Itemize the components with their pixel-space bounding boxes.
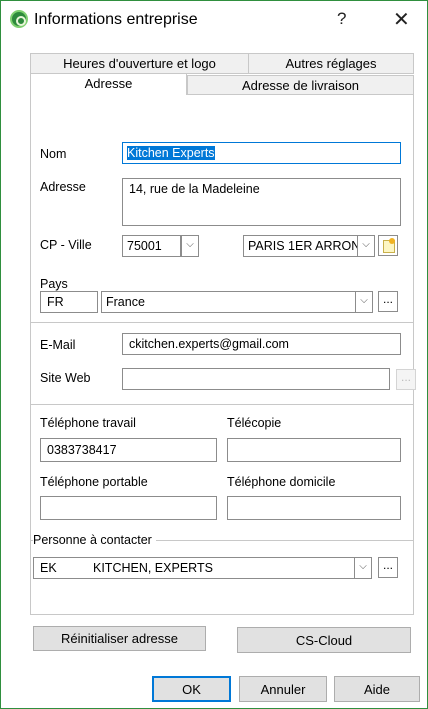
site-web-label: Site Web — [40, 371, 91, 385]
cp-dropdown-icon[interactable]: ⌵ — [181, 235, 199, 257]
help-button[interactable]: Aide — [334, 676, 420, 702]
ville-field[interactable]: PARIS 1ER ARRON — [243, 235, 358, 257]
nom-field[interactable]: Kitchen Experts — [122, 142, 401, 164]
site-web-open-button[interactable]: ... — [396, 369, 416, 390]
cs-cloud-button[interactable]: CS-Cloud — [237, 627, 411, 653]
address-panel: Nom Kitchen Experts Adresse 14, rue de l… — [30, 94, 416, 615]
tel-portable-field[interactable] — [40, 496, 217, 520]
tel-domicile-field[interactable] — [227, 496, 401, 520]
pays-label: Pays — [40, 277, 68, 291]
tel-portable-label: Téléphone portable — [40, 475, 148, 489]
tab-adresse[interactable]: Adresse — [30, 73, 187, 95]
contact-field[interactable]: EK KITCHEN, EXPERTS — [33, 557, 355, 579]
contact-name: KITCHEN, EXPERTS — [93, 561, 213, 575]
separator — [31, 322, 413, 323]
separator — [31, 404, 413, 405]
cancel-button[interactable]: Annuler — [239, 676, 327, 702]
telecopie-field[interactable] — [227, 438, 401, 462]
window-title: Informations entreprise — [34, 11, 198, 28]
ok-button[interactable]: OK — [152, 676, 231, 702]
tab-heures-logo[interactable]: Heures d'ouverture et logo — [30, 53, 249, 74]
tel-travail-label: Téléphone travail — [40, 416, 136, 430]
contact-more-button[interactable]: ... — [378, 557, 398, 578]
pays-dropdown-icon[interactable]: ⌵ — [355, 291, 373, 313]
cp-field[interactable]: 75001 — [122, 235, 181, 257]
reset-address-button[interactable]: Réinitialiser adresse — [33, 626, 206, 651]
tel-travail-field[interactable]: 0383738417 — [40, 438, 217, 462]
contact-dropdown-icon[interactable]: ⌵ — [354, 557, 372, 579]
ville-dropdown-icon[interactable]: ⌵ — [357, 235, 375, 257]
site-web-field[interactable] — [122, 368, 390, 390]
pays-name-field[interactable]: France — [101, 291, 356, 313]
pays-more-button[interactable]: ... — [378, 291, 398, 312]
tab-adresse-livraison[interactable]: Adresse de livraison — [187, 75, 414, 95]
note-icon[interactable] — [378, 235, 398, 256]
title-bar: Informations entreprise ? ✕ — [1, 1, 427, 41]
help-title-button[interactable]: ? — [337, 9, 346, 29]
app-logo-icon — [10, 10, 28, 28]
telecopie-label: Télécopie — [227, 416, 282, 430]
tel-domicile-label: Téléphone domicile — [227, 475, 336, 489]
email-label: E-Mail — [40, 338, 76, 352]
nom-label: Nom — [40, 147, 67, 161]
adresse-label: Adresse — [40, 180, 86, 194]
close-icon[interactable]: ✕ — [393, 7, 410, 32]
dialog-window: Informations entreprise ? ✕ Heures d'ouv… — [0, 0, 428, 709]
pays-code-field[interactable]: FR — [40, 291, 98, 313]
tab-autres-reglages[interactable]: Autres réglages — [248, 53, 414, 74]
cp-ville-label: CP - Ville — [40, 238, 92, 252]
contact-code: EK — [40, 561, 57, 575]
email-field[interactable]: ckitchen.experts@gmail.com — [122, 333, 401, 355]
adresse-field[interactable]: 14, rue de la Madeleine — [122, 178, 401, 226]
contact-label: Personne à contacter — [33, 533, 156, 547]
